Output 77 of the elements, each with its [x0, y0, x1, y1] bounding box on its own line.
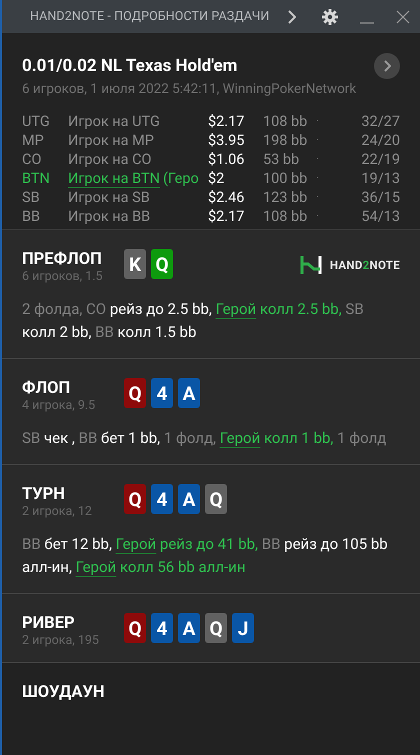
street-info: 2 игрока, 195	[22, 633, 100, 648]
stack-bb: 198 bb	[263, 132, 306, 149]
street-info: 4 игрока, 9.5	[22, 398, 96, 413]
stack-bb: 53 bb	[263, 151, 300, 168]
player-stats: 24/20	[360, 132, 400, 149]
hero-link[interactable]: Герой	[220, 429, 260, 447]
next-button[interactable]	[374, 53, 400, 79]
playing-card: Q	[124, 484, 146, 514]
separator-dot: ·	[315, 192, 320, 203]
chevron-right-icon[interactable]	[288, 10, 296, 24]
logo-text: HAND2NOTE	[330, 258, 400, 272]
street-info: 6 игроков, 1.5	[22, 269, 104, 284]
close-icon[interactable]	[396, 10, 410, 24]
settings-icon[interactable]	[322, 8, 338, 24]
stack-amount: $3.95	[208, 132, 246, 149]
player-stats: 54/13	[360, 208, 400, 225]
hero-link[interactable]: Герой	[76, 558, 116, 576]
playing-card: 4	[151, 378, 173, 408]
hand-info: 6 игроков, 1 июля 2022 5:42:11, WinningPokerNetwork	[22, 81, 358, 97]
street-info: 2 игрока, 12	[22, 504, 93, 519]
position-label: UTG	[22, 113, 51, 130]
playing-card: A	[178, 484, 200, 514]
stack-amount: $2.46	[208, 189, 246, 206]
stack-amount: $1.06	[208, 151, 246, 168]
player-name[interactable]: Игрок на BB	[68, 208, 150, 225]
street-title: РИВЕР	[22, 614, 76, 633]
hand-title: 0.01/0.02 NL Texas Hold'em	[22, 56, 238, 76]
playing-card: Q	[151, 249, 173, 279]
position-label: SB	[22, 189, 41, 206]
stack-bb: 100 bb	[263, 170, 306, 187]
playing-card: Q	[124, 613, 146, 643]
player-name[interactable]: Игрок на CO	[68, 151, 152, 168]
separator-dot: ·	[315, 211, 320, 222]
playing-card: A	[178, 378, 200, 408]
position-label: CO	[22, 151, 42, 168]
separator-dot: ·	[315, 154, 320, 165]
playing-card: Q	[124, 378, 146, 408]
player-stats: 22/19	[360, 151, 400, 168]
playing-card: K	[124, 249, 146, 279]
street-title: ФЛОП	[22, 379, 72, 398]
separator-dot: ·	[315, 173, 320, 184]
stack-bb: 123 bb	[263, 189, 306, 206]
street-title: ТУРН	[22, 485, 66, 504]
position-label: BB	[22, 208, 42, 225]
action-text: SB чек , BB бет 1 bb, 1 фолд, Герой колл 1 bb, 1 фолд	[22, 428, 388, 449]
separator-dot: ·	[315, 135, 320, 146]
player-name[interactable]: Игрок на BTN	[68, 170, 160, 187]
action-text: 2 фолда, CO рейз до 2.5 bb, Герой колл 2.5 bb, SB колл 2 bb, BB колл 1.5 bb	[22, 299, 365, 343]
player-note: (Геро	[162, 170, 199, 187]
player-name[interactable]: Игрок на MP	[68, 132, 154, 149]
stack-amount: $2	[208, 170, 226, 187]
player-stats: 32/27	[360, 113, 400, 130]
playing-card: Q	[205, 484, 227, 514]
player-stats: 19/13	[360, 170, 400, 187]
window-title: HAND2NOTE - ПОДРОБНОСТИ РАЗДАЧИ	[30, 9, 270, 24]
hero-link[interactable]: Герой	[216, 300, 256, 318]
hero-link[interactable]: Герой	[116, 535, 156, 553]
stack-amount: $2.17	[208, 208, 246, 225]
stack-bb: 108 bb	[263, 113, 306, 130]
logo-icon	[300, 254, 322, 276]
playing-card: 4	[151, 613, 173, 643]
playing-card: 4	[151, 484, 173, 514]
playing-card: Q	[205, 613, 227, 643]
position-label: BTN	[22, 170, 51, 187]
street-title: ПРЕФЛОП	[22, 250, 103, 269]
player-name[interactable]: Игрок на SB	[68, 189, 150, 206]
stack-bb: 108 bb	[263, 208, 306, 225]
chevron-right-icon	[384, 60, 390, 72]
stack-amount: $2.17	[208, 113, 246, 130]
player-name[interactable]: Игрок на UTG	[68, 113, 160, 130]
action-text: BB бет 12 bb, Герой рейз до 41 bb, BB рейз до 105 bb алл-ин, Герой колл 56 bb алл-ин	[22, 534, 389, 578]
position-label: MP	[22, 132, 45, 149]
player-stats: 36/15	[360, 189, 400, 206]
separator-dot: ·	[315, 116, 320, 127]
street-title: ШОУДАУН	[22, 683, 106, 702]
playing-card: J	[232, 613, 254, 643]
playing-card: A	[178, 613, 200, 643]
